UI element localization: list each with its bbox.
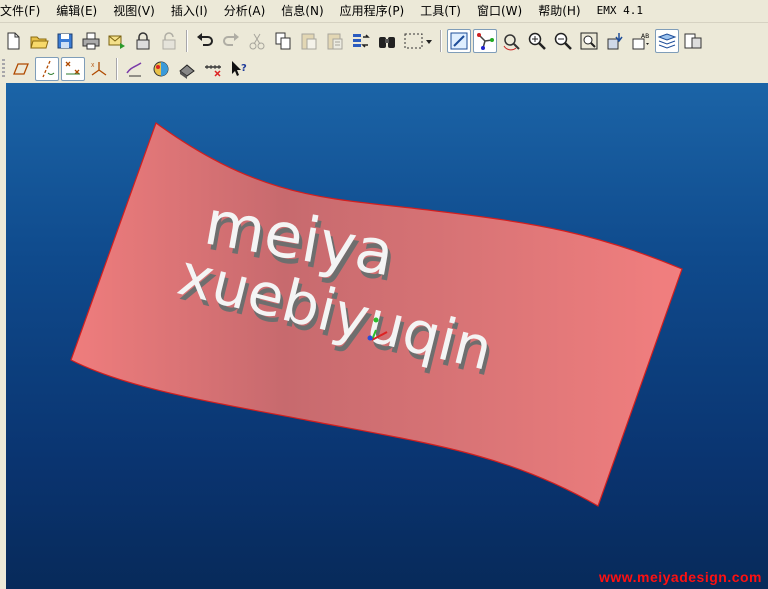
redo-icon[interactable] bbox=[219, 29, 243, 53]
menu-analysis[interactable]: 分析(A) bbox=[216, 0, 274, 22]
menu-file[interactable]: 文件(F) bbox=[0, 0, 48, 22]
svg-text:?: ? bbox=[241, 63, 247, 74]
svg-text:X: X bbox=[91, 63, 95, 69]
saved-views-icon[interactable]: AB bbox=[629, 29, 653, 53]
cut-icon[interactable] bbox=[245, 29, 269, 53]
paste-special-icon[interactable] bbox=[323, 29, 347, 53]
find-icon[interactable] bbox=[375, 29, 399, 53]
coordinate-system-display-icon[interactable]: X bbox=[87, 57, 111, 81]
refit-icon[interactable] bbox=[577, 29, 601, 53]
toolbar-separator bbox=[116, 58, 118, 80]
save-icon[interactable] bbox=[53, 29, 77, 53]
datum-plane-display-icon[interactable] bbox=[9, 57, 33, 81]
open-folder-icon[interactable] bbox=[27, 29, 51, 53]
regenerate-icon[interactable] bbox=[349, 29, 373, 53]
menu-emx[interactable]: EMX 4.1 bbox=[589, 0, 651, 22]
print-icon[interactable] bbox=[79, 29, 103, 53]
view-manager-icon[interactable] bbox=[681, 29, 705, 53]
select-box-dropdown-icon[interactable] bbox=[401, 29, 435, 53]
toolbar-separator bbox=[440, 30, 442, 52]
datum-point-display-icon[interactable] bbox=[61, 57, 85, 81]
reorient-icon[interactable] bbox=[603, 29, 627, 53]
main-toolbar: AB bbox=[0, 27, 768, 55]
svg-text:AB: AB bbox=[641, 33, 649, 40]
zoom-in-icon[interactable] bbox=[525, 29, 549, 53]
repaint-icon[interactable] bbox=[447, 29, 471, 53]
watermark: www.meiyadesign.com bbox=[598, 569, 762, 585]
orient-icon[interactable] bbox=[499, 29, 523, 53]
menu-insert[interactable]: 插入(I) bbox=[163, 0, 216, 22]
model-view: meiya meiya xuebiyuqin xuebiyuqin bbox=[70, 122, 683, 507]
menu-bar: 文件(F) 编辑(E) 视图(V) 插入(I) 分析(A) 信息(N) 应用程序… bbox=[0, 0, 768, 23]
measure-icon[interactable] bbox=[201, 57, 225, 81]
appearance-icon[interactable] bbox=[149, 57, 173, 81]
whats-this-icon[interactable]: ? bbox=[227, 57, 251, 81]
copy-icon[interactable] bbox=[271, 29, 295, 53]
menu-view[interactable]: 视图(V) bbox=[105, 0, 163, 22]
zoom-out-icon[interactable] bbox=[551, 29, 575, 53]
menu-help[interactable]: 帮助(H) bbox=[530, 0, 588, 22]
layers-icon[interactable] bbox=[655, 29, 679, 53]
unlock-icon[interactable] bbox=[157, 29, 181, 53]
datum-axis-display-icon[interactable] bbox=[35, 57, 59, 81]
menu-info[interactable]: 信息(N) bbox=[273, 0, 331, 22]
spin-center-icon[interactable] bbox=[473, 29, 497, 53]
toolbar-separator bbox=[186, 30, 188, 52]
datum-toolbar: X ? bbox=[0, 55, 768, 84]
toolbar-grip[interactable] bbox=[2, 59, 5, 79]
menu-applications[interactable]: 应用程序(P) bbox=[332, 0, 413, 22]
menu-window[interactable]: 窗口(W) bbox=[469, 0, 530, 22]
undo-icon[interactable] bbox=[193, 29, 217, 53]
lock-icon[interactable] bbox=[131, 29, 155, 53]
sketch-icon[interactable] bbox=[123, 57, 147, 81]
paste-icon[interactable] bbox=[297, 29, 321, 53]
model-display-icon[interactable] bbox=[175, 57, 199, 81]
menu-tools[interactable]: 工具(T) bbox=[412, 0, 469, 22]
menu-edit[interactable]: 编辑(E) bbox=[48, 0, 105, 22]
graphics-window[interactable]: meiya meiya xuebiyuqin xuebiyuqin bbox=[6, 83, 768, 589]
new-file-icon[interactable] bbox=[1, 29, 25, 53]
send-mail-icon[interactable] bbox=[105, 29, 129, 53]
